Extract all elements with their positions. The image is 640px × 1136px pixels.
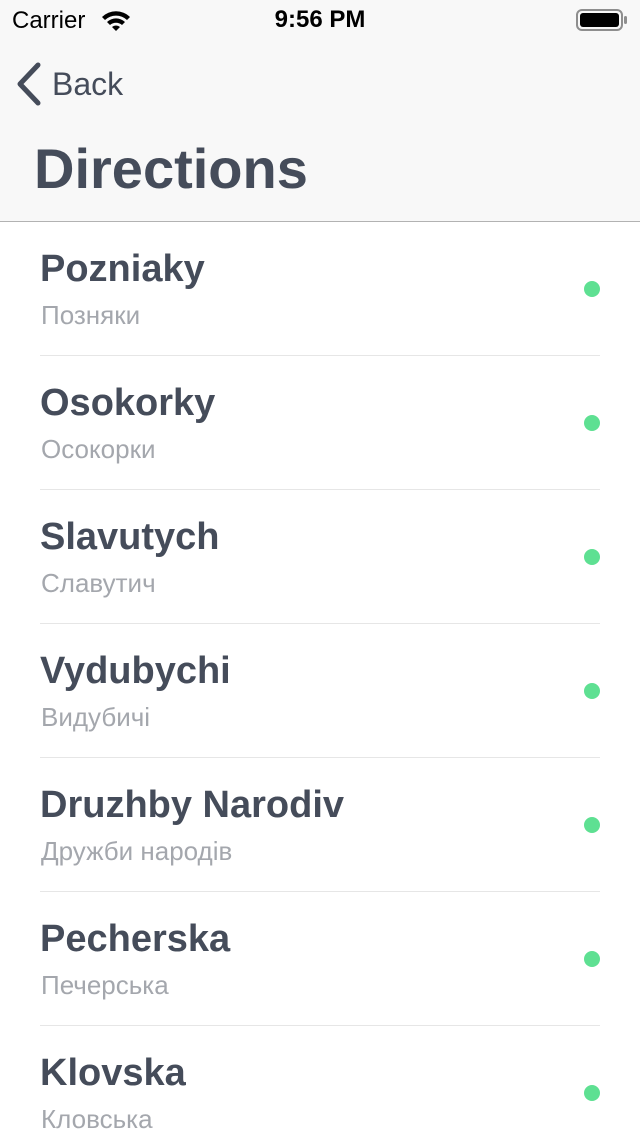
list-item[interactable]: Druzhby Narodiv Дружби народів: [0, 758, 640, 892]
station-name-local: Кловська: [41, 1104, 153, 1134]
station-name-local: Печерська: [41, 970, 169, 1000]
station-name: Pozniaky: [40, 248, 205, 290]
station-name: Vydubychi: [40, 650, 231, 692]
station-name: Osokorky: [40, 382, 216, 424]
station-name: Klovska: [40, 1052, 186, 1094]
battery-icon: [576, 9, 627, 31]
station-name-local: Видубичі: [41, 702, 151, 732]
list-item[interactable]: Klovska Кловська: [0, 1026, 640, 1136]
status-dot-icon: [584, 817, 600, 833]
list-item[interactable]: Pecherska Печерська: [0, 892, 640, 1026]
status-time: 9:56 PM: [274, 6, 366, 33]
status-dot-icon: [584, 549, 600, 565]
list-item[interactable]: Pozniaky Позняки: [0, 222, 640, 356]
navigation-bar: Back Directions: [0, 40, 640, 222]
list-item[interactable]: Vydubychi Видубичі: [0, 624, 640, 758]
list-item[interactable]: Slavutych Славутич: [0, 490, 640, 624]
station-name-local: Осокорки: [41, 434, 156, 464]
page-title: Directions: [34, 137, 308, 200]
station-name-local: Позняки: [41, 300, 141, 330]
station-name-local: Славутич: [41, 568, 156, 598]
status-dot-icon: [584, 281, 600, 297]
status-dot-icon: [584, 1085, 600, 1101]
station-name: Pecherska: [40, 918, 231, 960]
chevron-left-icon: [17, 62, 41, 106]
station-list: Pozniaky Позняки Osokorky Осокорки Slavutych…: [0, 222, 640, 1136]
back-button[interactable]: Back: [14, 60, 123, 108]
status-dot-icon: [584, 683, 600, 699]
back-label: Back: [52, 65, 124, 102]
status-dot-icon: [584, 951, 600, 967]
station-name: Slavutych: [40, 516, 220, 558]
station-name-local: Дружби народів: [41, 836, 233, 866]
list-item[interactable]: Osokorky Осокорки: [0, 356, 640, 490]
station-name: Druzhby Narodiv: [40, 784, 345, 826]
status-dot-icon: [584, 415, 600, 431]
status-bar: Carrier 9:56 PM: [0, 0, 640, 40]
